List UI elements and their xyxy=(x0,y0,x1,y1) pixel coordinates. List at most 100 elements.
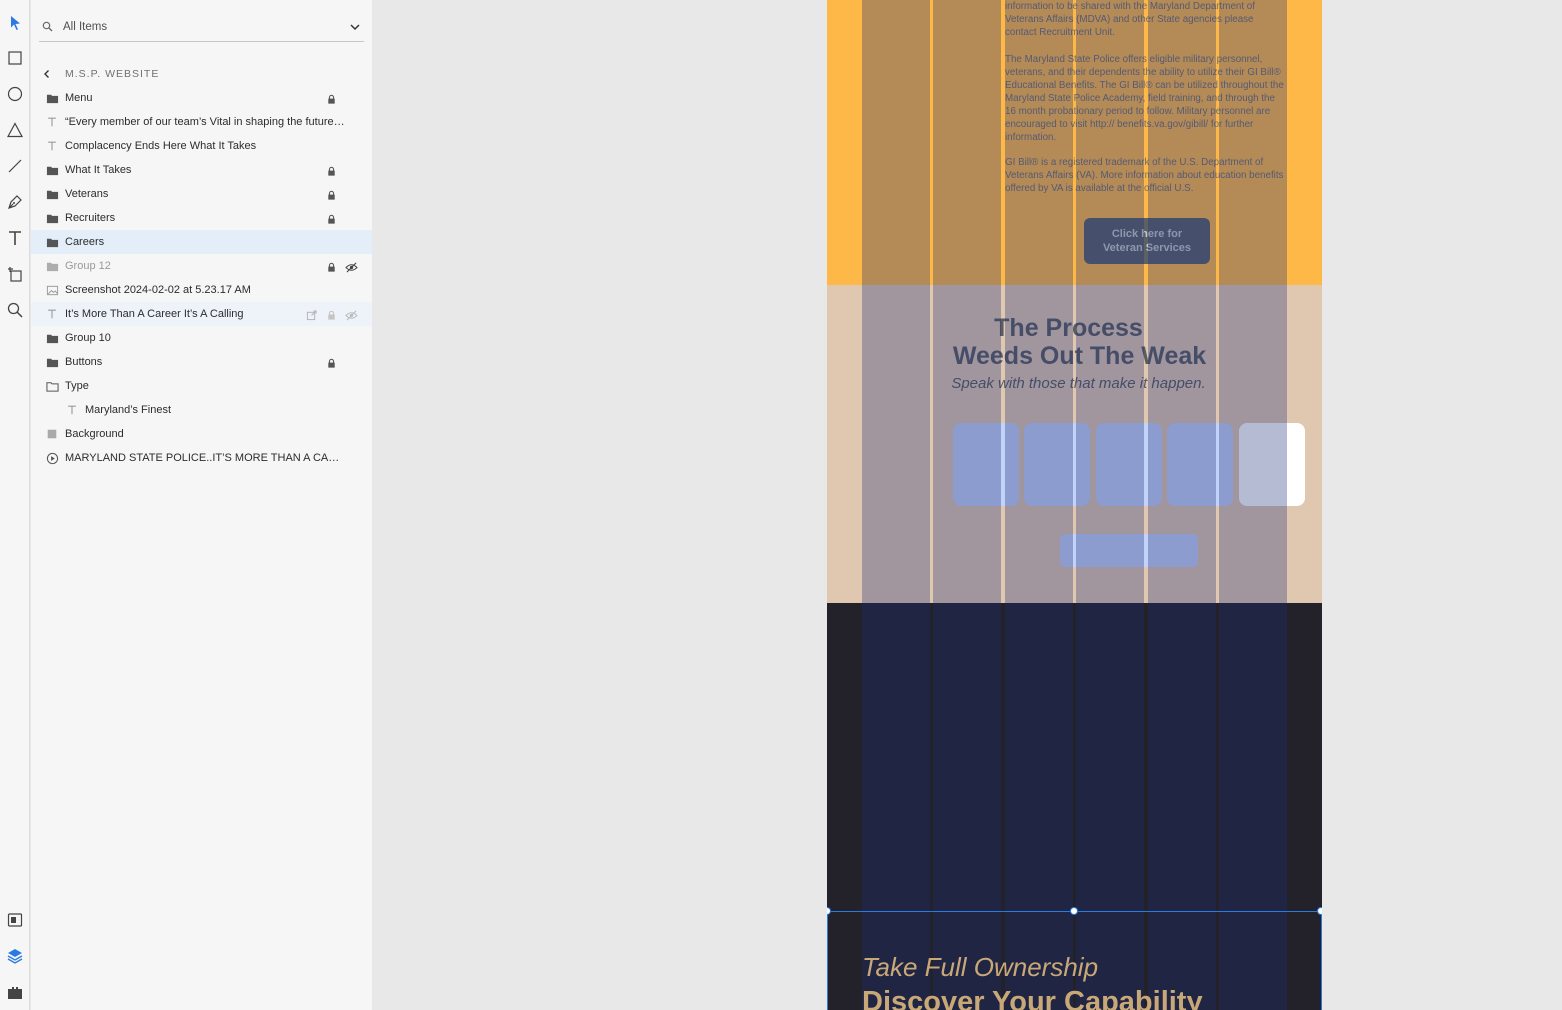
chevron-down-icon[interactable] xyxy=(348,20,362,34)
open-external-icon[interactable] xyxy=(306,308,318,321)
artboard-name: M.S.P. WEBSITE xyxy=(65,68,160,80)
layer-list: Menu “Every member of our team’s Vital in… xyxy=(31,86,372,470)
lock-icon[interactable] xyxy=(326,356,338,368)
veteran-services-button[interactable]: Click here for Veteran Services xyxy=(1084,218,1210,264)
layer-name[interactable]: What It Takes xyxy=(65,164,131,176)
lock-icon[interactable] xyxy=(326,188,338,200)
layer-row[interactable]: Maryland’s Finest xyxy=(31,398,372,422)
veteran-services-line-1: Click here for xyxy=(1111,228,1183,240)
resize-handle[interactable] xyxy=(1317,907,1322,915)
trademark-paragraph[interactable]: GI Bill® is a registered trademark of th… xyxy=(1005,156,1285,195)
layer-name[interactable]: Type xyxy=(65,380,89,392)
folder-icon xyxy=(45,259,59,273)
lock-icon[interactable] xyxy=(326,164,338,176)
layer-row[interactable]: Background xyxy=(31,422,372,446)
zoom-tool-icon[interactable] xyxy=(0,298,30,322)
layer-name[interactable]: Background xyxy=(65,428,124,440)
canvas[interactable]: information to be shared with the Maryla… xyxy=(372,0,1562,1010)
process-heading-line-2: Weeds Out The Weak xyxy=(952,342,1207,370)
lock-icon[interactable] xyxy=(326,308,338,320)
folder-icon xyxy=(45,235,59,249)
layer-name[interactable]: Veterans xyxy=(65,188,108,200)
layer-name[interactable]: MARYLAND STATE POLICE..IT’S MORE THAN A … xyxy=(65,452,347,464)
folder-icon xyxy=(45,211,59,225)
folder-icon xyxy=(45,331,59,345)
pen-tool-icon[interactable] xyxy=(0,190,30,214)
folder-open-icon xyxy=(45,379,59,393)
search-icon xyxy=(42,21,53,31)
layer-name[interactable]: Group 12 xyxy=(65,260,111,272)
video-icon xyxy=(45,451,59,465)
layer-row[interactable]: “Every member of our team’s Vital in sha… xyxy=(31,110,372,134)
process-heading-line-1: The Process xyxy=(994,314,1143,342)
layers-icon[interactable] xyxy=(0,944,30,968)
text-icon xyxy=(65,403,79,417)
artboard[interactable]: information to be shared with the Maryla… xyxy=(827,0,1322,1010)
hide-eye-icon[interactable] xyxy=(345,260,359,273)
veterans-paragraph[interactable]: information to be shared with the Maryla… xyxy=(1005,0,1285,39)
lock-icon[interactable] xyxy=(326,212,338,224)
layer-row[interactable]: Careers xyxy=(31,230,372,254)
text-icon xyxy=(45,115,59,129)
layer-row[interactable]: What It Takes xyxy=(31,158,372,182)
layers-panel: All Items M.S.P. WEBSITE Menu “Every memb… xyxy=(31,0,372,1010)
process-button[interactable] xyxy=(1060,534,1198,567)
recruiter-card[interactable] xyxy=(1239,423,1305,506)
plugins-icon[interactable] xyxy=(0,980,30,1004)
layer-name[interactable]: “Every member of our team’s Vital in sha… xyxy=(65,116,345,128)
layer-name[interactable]: Buttons xyxy=(65,356,102,368)
layer-row[interactable]: Group 10 xyxy=(31,326,372,350)
text-icon xyxy=(45,139,59,153)
lock-icon[interactable] xyxy=(326,260,338,272)
gi-bill-paragraph[interactable]: The Maryland State Police offers eligibl… xyxy=(1005,53,1285,144)
layer-row[interactable]: Buttons xyxy=(31,350,372,374)
recruiter-card[interactable] xyxy=(953,423,1019,506)
folder-icon xyxy=(45,355,59,369)
polygon-tool-icon[interactable] xyxy=(0,118,30,142)
layer-name[interactable]: Maryland’s Finest xyxy=(85,404,171,416)
layer-row[interactable]: MARYLAND STATE POLICE..IT’S MORE THAN A … xyxy=(31,446,372,470)
breadcrumb: M.S.P. WEBSITE xyxy=(39,64,159,84)
recruiter-card[interactable] xyxy=(1096,423,1162,506)
back-arrow-icon[interactable] xyxy=(39,66,55,82)
layer-name[interactable]: Screenshot 2024-02-02 at 5.23.17 AM xyxy=(65,284,251,296)
recruiter-card[interactable] xyxy=(1167,423,1233,506)
layer-name[interactable]: Group 10 xyxy=(65,332,111,344)
rectangle-icon xyxy=(45,427,59,441)
process-subheading[interactable]: Speak with those that make it happen. xyxy=(827,375,1322,392)
line-tool-icon[interactable] xyxy=(0,154,30,178)
text-tool-icon[interactable] xyxy=(0,226,30,250)
folder-icon xyxy=(45,91,59,105)
veteran-services-line-2: Veteran Services xyxy=(1102,242,1192,254)
layer-row[interactable]: Screenshot 2024-02-02 at 5.23.17 AM xyxy=(31,278,372,302)
recruiter-card[interactable] xyxy=(1024,423,1090,506)
layer-name[interactable]: Menu xyxy=(65,92,93,104)
layer-row[interactable]: Group 12 xyxy=(31,254,372,278)
layer-row[interactable]: Veterans xyxy=(31,182,372,206)
artboard-tool-icon[interactable] xyxy=(0,262,30,286)
folder-icon xyxy=(45,187,59,201)
rectangle-tool-icon[interactable] xyxy=(0,46,30,70)
layer-filter[interactable]: All Items xyxy=(39,12,364,42)
layer-name[interactable]: It’s More Than A Career It’s A Calling xyxy=(65,308,244,320)
resize-handle[interactable] xyxy=(1070,907,1078,915)
layer-name[interactable]: Recruiters xyxy=(65,212,115,224)
layer-row[interactable]: Complacency Ends Here What It Takes xyxy=(31,134,372,158)
document-assets-icon[interactable] xyxy=(0,908,30,932)
layer-row[interactable]: It’s More Than A Career It’s A Calling xyxy=(31,302,372,326)
selection-box[interactable] xyxy=(827,911,1322,1010)
image-icon xyxy=(45,283,59,297)
select-tool-icon[interactable] xyxy=(0,11,30,35)
layer-row[interactable]: Menu xyxy=(31,86,372,110)
layer-row[interactable]: Type xyxy=(31,374,372,398)
tool-bar xyxy=(0,0,30,1010)
layer-filter-label: All Items xyxy=(63,20,108,33)
text-icon xyxy=(45,307,59,321)
layer-name[interactable]: Complacency Ends Here What It Takes xyxy=(65,140,256,152)
hide-eye-icon[interactable] xyxy=(345,308,359,321)
layer-name[interactable]: Careers xyxy=(65,236,104,248)
layer-row[interactable]: Recruiters xyxy=(31,206,372,230)
lock-icon[interactable] xyxy=(326,92,338,104)
process-heading[interactable]: The Process Weeds Out The Weak xyxy=(827,314,1322,370)
ellipse-tool-icon[interactable] xyxy=(0,82,30,106)
